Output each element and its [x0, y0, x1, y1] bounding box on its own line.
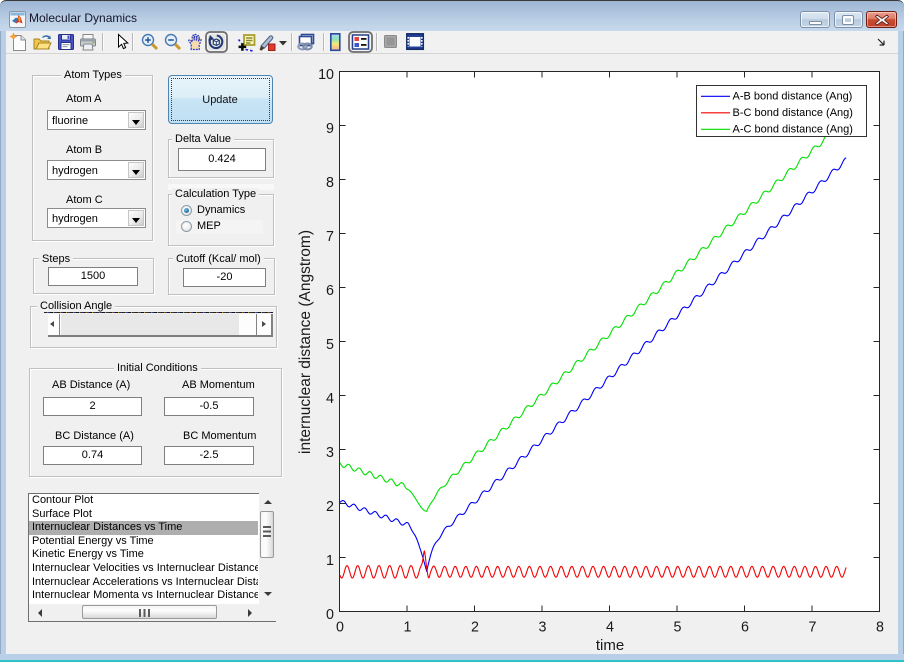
svg-text:5: 5	[326, 337, 334, 353]
svg-text:time: time	[596, 637, 624, 654]
svg-text:4: 4	[326, 391, 334, 407]
svg-text:B-C bond distance (Ang): B-C bond distance (Ang)	[733, 107, 853, 119]
svg-text:internuclear distance (Angstro: internuclear distance (Angstrom)	[297, 230, 314, 454]
svg-text:10: 10	[318, 67, 334, 83]
svg-text:2: 2	[326, 499, 334, 515]
svg-text:5: 5	[674, 620, 682, 636]
svg-text:0: 0	[336, 620, 344, 636]
svg-text:1: 1	[326, 553, 334, 569]
svg-text:8: 8	[326, 175, 334, 191]
svg-text:3: 3	[326, 445, 334, 461]
svg-text:A-C bond distance (Ang): A-C bond distance (Ang)	[733, 124, 853, 136]
svg-text:8: 8	[876, 620, 884, 636]
svg-text:3: 3	[539, 620, 547, 636]
svg-text:2: 2	[471, 620, 479, 636]
svg-text:9: 9	[326, 121, 334, 137]
svg-text:7: 7	[326, 229, 334, 245]
svg-text:7: 7	[809, 620, 817, 636]
svg-text:0: 0	[326, 607, 334, 623]
svg-text:6: 6	[326, 283, 334, 299]
svg-text:1: 1	[404, 620, 412, 636]
svg-text:A-B bond distance (Ang): A-B bond distance (Ang)	[733, 91, 853, 103]
svg-text:4: 4	[606, 620, 614, 636]
svg-text:6: 6	[741, 620, 749, 636]
